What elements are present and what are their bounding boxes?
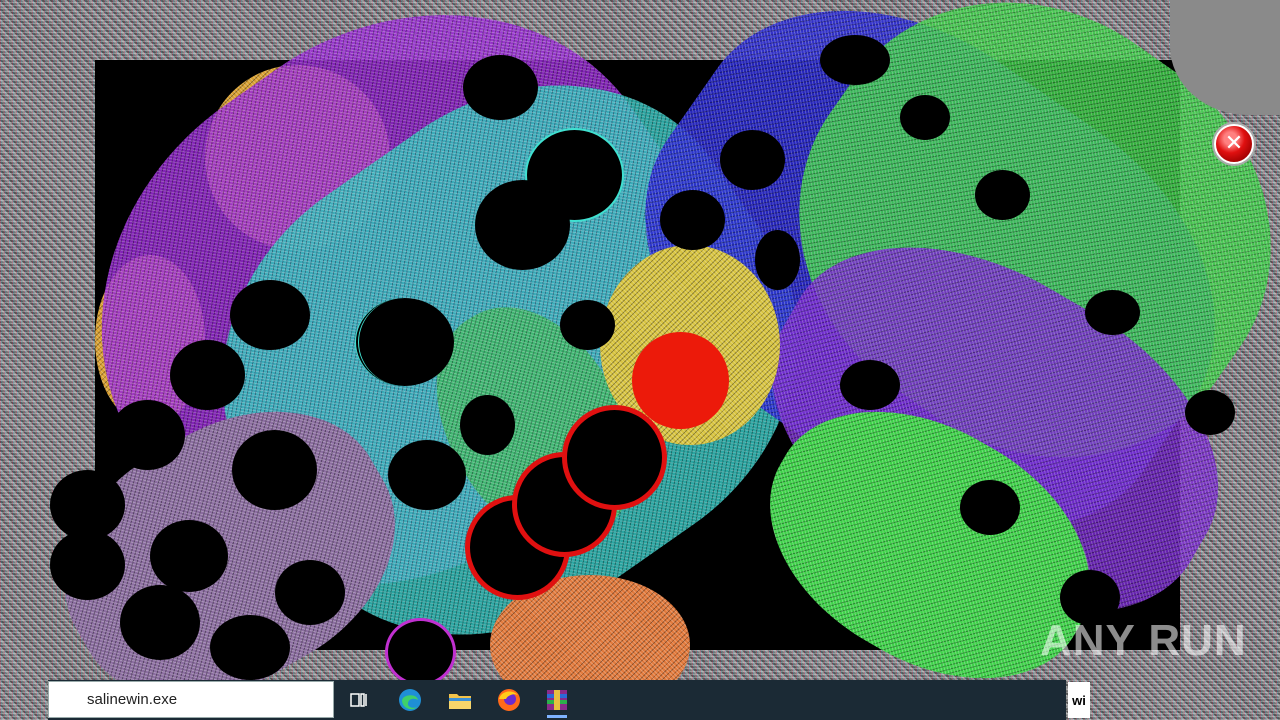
search-input[interactable]: salinewin.exe <box>48 681 334 718</box>
folder-icon[interactable] <box>443 684 477 716</box>
black-hole <box>460 395 515 455</box>
black-hole <box>170 340 245 410</box>
black-hole <box>960 480 1020 535</box>
close-icon[interactable]: ✕ <box>1214 124 1254 164</box>
black-hole <box>110 400 185 470</box>
red-ring <box>562 405 667 510</box>
black-hole <box>120 585 200 660</box>
black-hole <box>232 430 317 510</box>
black-hole <box>475 180 570 270</box>
black-hole <box>975 170 1030 220</box>
black-hole <box>840 360 900 410</box>
black-hole <box>720 130 785 190</box>
anyrun-watermark: ANY RUN <box>1040 616 1247 665</box>
black-hole <box>355 298 454 386</box>
black-hole <box>50 530 125 600</box>
black-hole <box>1185 390 1235 435</box>
black-hole <box>230 280 310 350</box>
black-hole <box>463 55 538 120</box>
black-hole <box>1085 290 1140 335</box>
close-glyph: ✕ <box>1224 131 1244 156</box>
black-hole <box>755 230 800 290</box>
glitched-desktop: ✕ ANY RUN <box>0 0 1280 720</box>
black-hole <box>388 440 466 510</box>
tray-item[interactable]: wi <box>1068 682 1090 718</box>
firefox-icon[interactable] <box>492 684 526 716</box>
red-dot <box>632 332 729 429</box>
black-hole <box>385 618 456 686</box>
black-hole <box>660 190 725 250</box>
black-hole <box>900 95 950 140</box>
black-hole <box>560 300 615 350</box>
edge-icon[interactable] <box>393 684 427 716</box>
black-hole <box>275 560 345 625</box>
winrar-icon[interactable] <box>540 684 574 718</box>
black-hole <box>150 520 228 592</box>
task-view-icon[interactable] <box>343 684 377 716</box>
black-hole <box>210 615 290 680</box>
black-hole <box>820 35 890 85</box>
